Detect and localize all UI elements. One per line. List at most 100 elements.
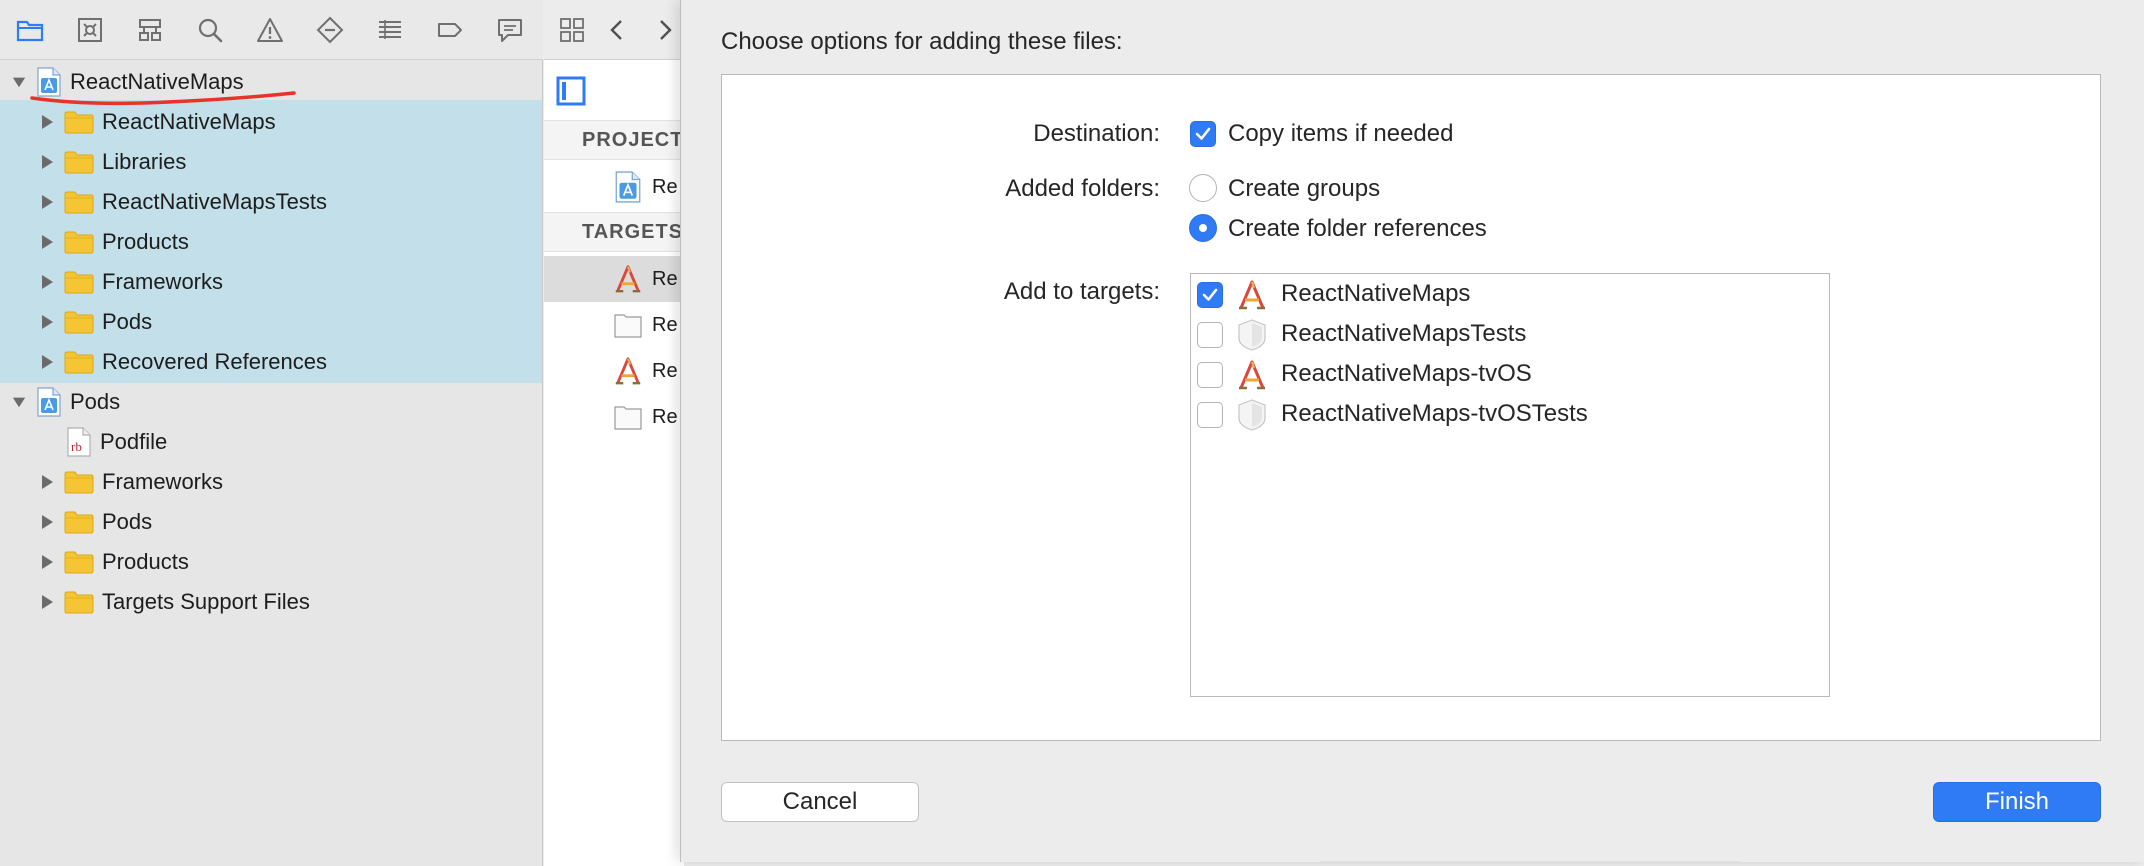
folder-icon xyxy=(64,190,94,214)
tree-row-folder[interactable]: Products xyxy=(38,542,189,582)
disclosure-triangle-closed-icon[interactable] xyxy=(38,313,56,331)
disclosure-triangle-closed-icon[interactable] xyxy=(38,113,56,131)
xcode-project-icon xyxy=(36,387,62,417)
test-bundle-icon xyxy=(612,309,644,341)
target-row[interactable]: ReactNativeMaps-tvOS xyxy=(1191,356,1811,394)
create-folder-references-label[interactable]: Create folder references xyxy=(1228,215,1487,243)
target-checkbox[interactable] xyxy=(1197,282,1223,308)
tree-row-folder[interactable]: Pods xyxy=(38,502,152,542)
cancel-button[interactable]: Cancel xyxy=(721,782,919,822)
target-row[interactable]: ReactNativeMaps xyxy=(1191,276,1811,314)
project-list-item[interactable]: Re xyxy=(544,164,684,210)
folder-icon xyxy=(64,150,94,174)
copy-items-label[interactable]: Copy items if needed xyxy=(1228,120,1453,148)
tree-item-label: Podfile xyxy=(100,429,168,454)
disclosure-triangle-closed-icon[interactable] xyxy=(38,233,56,251)
chevron-right-icon[interactable] xyxy=(648,14,680,46)
related-items-grid-icon[interactable] xyxy=(556,14,588,46)
target-name: ReactNativeMaps-tvOS xyxy=(1281,360,1532,387)
tree-item-label: Targets Support Files xyxy=(102,589,310,614)
disclosure-triangle-closed-icon[interactable] xyxy=(38,473,56,491)
source-control-icon[interactable] xyxy=(74,14,106,46)
symbol-navigator-icon[interactable] xyxy=(134,14,166,46)
disclosure-triangle-closed-icon[interactable] xyxy=(38,273,56,291)
folder-icon xyxy=(64,230,94,254)
targets-section-header: TARGETS xyxy=(544,212,684,252)
chevron-left-icon[interactable] xyxy=(602,14,634,46)
create-groups-radio[interactable] xyxy=(1189,174,1217,202)
tree-row-folder[interactable]: Frameworks xyxy=(38,262,223,302)
tree-row-folder[interactable]: Pods xyxy=(38,302,152,342)
finish-button[interactable]: Finish xyxy=(1933,782,2101,822)
project-navigator: ReactNativeMaps ReactNativeMaps Librarie… xyxy=(0,0,543,866)
disclosure-triangle-closed-icon[interactable] xyxy=(38,553,56,571)
disclosure-triangle-closed-icon[interactable] xyxy=(38,593,56,611)
test-navigator-icon[interactable] xyxy=(314,14,346,46)
editor-jump-bar xyxy=(544,0,684,60)
target-name: ReactNativeMaps xyxy=(1281,280,1471,307)
tree-item-label: ReactNativeMapsTests xyxy=(102,189,327,214)
disclosure-triangle-open-icon[interactable] xyxy=(10,393,28,411)
target-list-item[interactable]: Re xyxy=(544,302,684,348)
added-folders-label: Added folders: xyxy=(1005,175,1160,202)
test-bundle-icon xyxy=(1235,318,1269,352)
target-row[interactable]: ReactNativeMaps-tvOSTests xyxy=(1191,396,1811,434)
disclosure-triangle-closed-icon[interactable] xyxy=(38,193,56,211)
target-item-label: Re xyxy=(652,267,678,290)
folder-icon xyxy=(64,270,94,294)
target-row[interactable]: ReactNativeMapsTests xyxy=(1191,316,1811,354)
sheet-title: Choose options for adding these files: xyxy=(721,28,1123,55)
ruby-file-icon: rb xyxy=(67,427,91,457)
folder-icon xyxy=(64,550,94,574)
tree-item-label: Recovered References xyxy=(102,349,328,374)
tree-item-label: Products xyxy=(102,229,189,254)
target-name: ReactNativeMaps-tvOSTests xyxy=(1281,400,1588,427)
tree-row-folder[interactable]: Libraries xyxy=(38,142,186,182)
target-checkbox[interactable] xyxy=(1197,402,1223,428)
tree-row-project-pods[interactable]: Pods xyxy=(10,382,120,422)
tree-item-label: Frameworks xyxy=(102,269,224,294)
tree-item-label: Pods xyxy=(102,309,153,334)
target-list-item[interactable]: Re xyxy=(544,348,684,394)
breakpoint-navigator-icon[interactable] xyxy=(434,14,466,46)
target-name: ReactNativeMapsTests xyxy=(1281,320,1527,347)
target-list-item[interactable]: Re xyxy=(544,256,684,302)
add-to-targets-label: Add to targets: xyxy=(1003,278,1160,305)
test-bundle-icon xyxy=(1235,398,1269,432)
target-item-label: Re xyxy=(652,405,678,428)
targets-list[interactable]: ReactNativeMaps ReactNativeMapsTests Rea… xyxy=(1190,273,1830,697)
project-navigator-folder-icon[interactable] xyxy=(14,14,46,46)
create-groups-label[interactable]: Create groups xyxy=(1228,175,1380,203)
target-checkbox[interactable] xyxy=(1197,362,1223,388)
navigator-toolbar xyxy=(0,0,543,60)
tree-row-folder[interactable]: Targets Support Files xyxy=(38,582,310,622)
disclosure-triangle-closed-icon[interactable] xyxy=(38,153,56,171)
app-target-icon xyxy=(1235,358,1269,392)
disclosure-triangle-closed-icon[interactable] xyxy=(38,513,56,531)
tree-row-podfile[interactable]: rb Podfile xyxy=(66,422,167,462)
tree-row-folder[interactable]: Recovered References xyxy=(38,342,327,382)
tree-row-folder[interactable]: ReactNativeMaps xyxy=(38,102,276,142)
debug-navigator-icon[interactable] xyxy=(374,14,406,46)
target-item-label: Re xyxy=(652,313,678,336)
disclosure-triangle-open-icon[interactable] xyxy=(10,73,28,91)
tree-item-label: Pods xyxy=(70,389,121,414)
disclosure-triangle-closed-icon[interactable] xyxy=(38,353,56,371)
folder-icon xyxy=(64,590,94,614)
tree-row-folder[interactable]: ReactNativeMapsTests xyxy=(38,182,327,222)
warning-icon[interactable] xyxy=(254,14,286,46)
target-list-item[interactable]: Re xyxy=(544,394,684,440)
tree-row-folder[interactable]: Frameworks xyxy=(38,462,223,502)
show-hide-targets-sidebar-icon[interactable] xyxy=(556,76,586,106)
report-navigator-icon[interactable] xyxy=(494,14,526,46)
folder-icon xyxy=(64,310,94,334)
target-checkbox[interactable] xyxy=(1197,322,1223,348)
tree-row-folder[interactable]: Products xyxy=(38,222,189,262)
target-item-label: Re xyxy=(652,359,678,382)
checkmark-icon xyxy=(1201,286,1219,304)
folder-icon xyxy=(64,510,94,534)
folder-icon xyxy=(64,110,94,134)
search-icon[interactable] xyxy=(194,14,226,46)
copy-items-checkbox[interactable] xyxy=(1190,121,1216,147)
create-folder-references-radio[interactable] xyxy=(1189,214,1217,242)
